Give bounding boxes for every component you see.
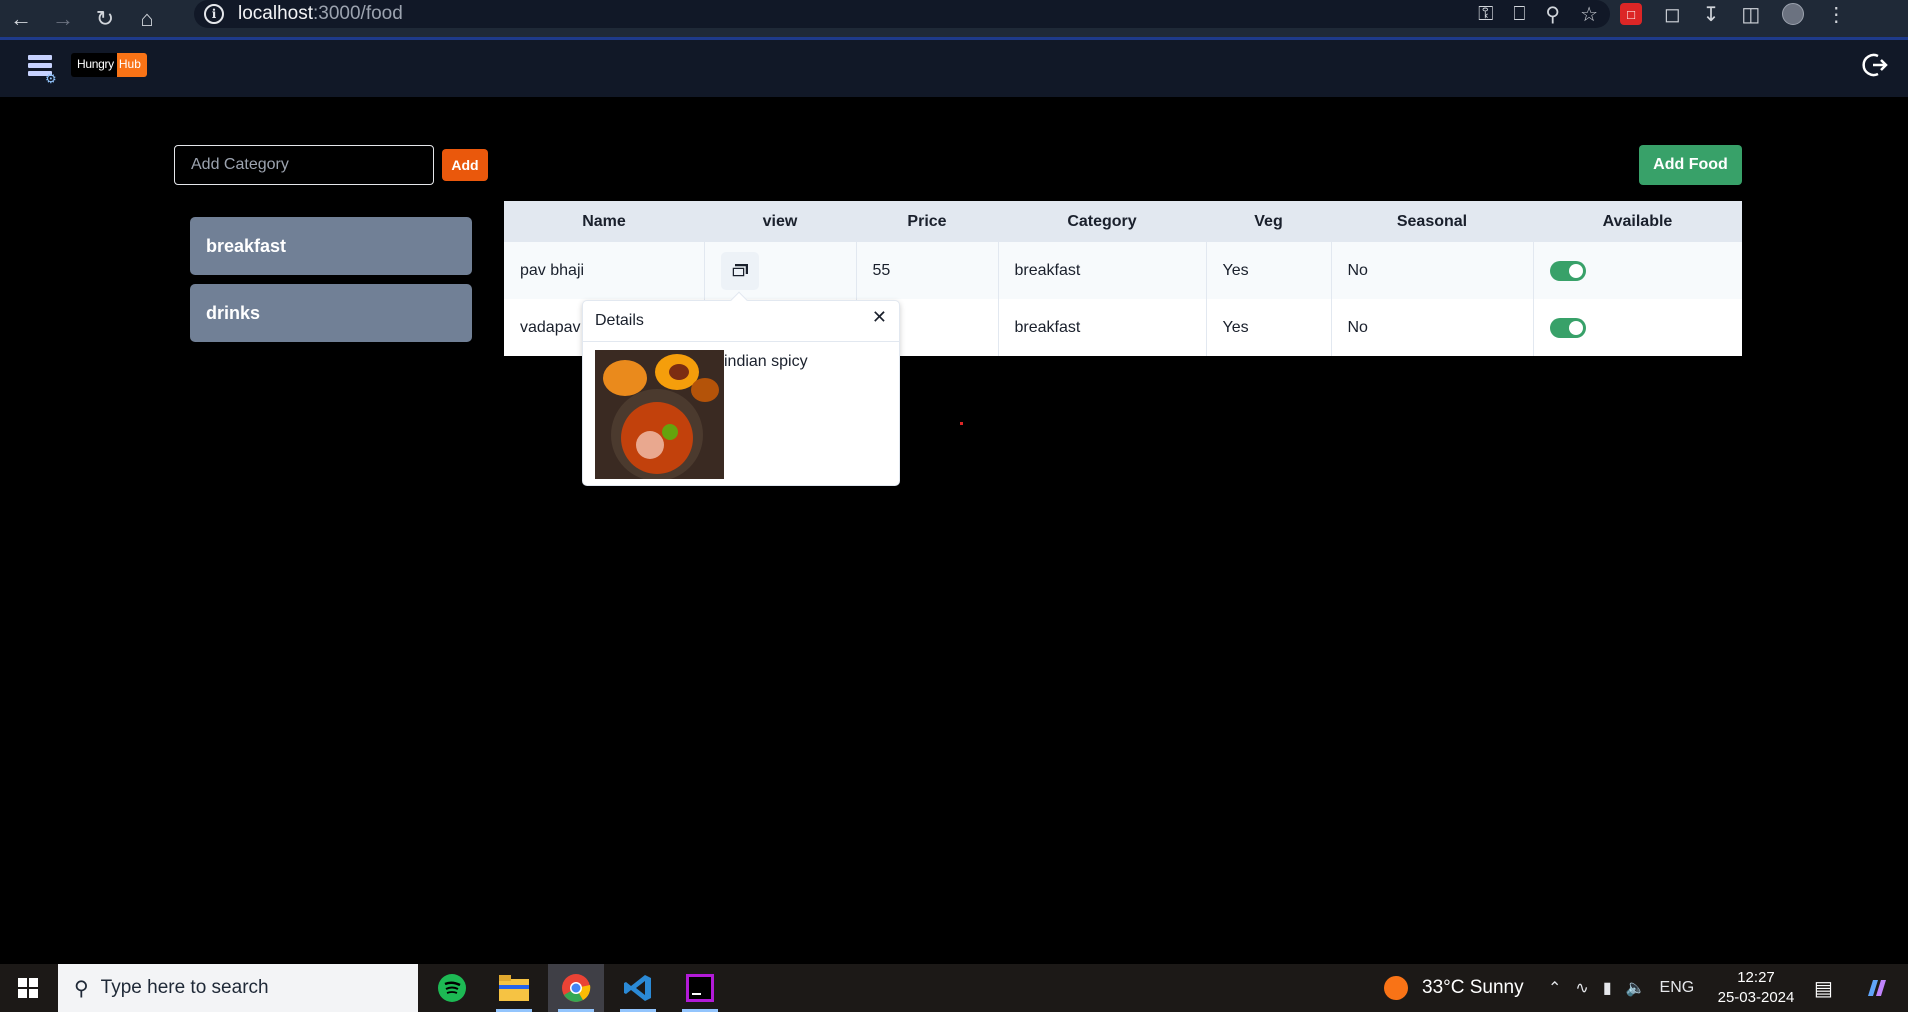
col-header-seasonal: Seasonal (1331, 201, 1533, 242)
extensions-puzzle-icon[interactable]: ◻ (1664, 2, 1681, 27)
forward-icon[interactable]: → (42, 0, 84, 37)
category-item-drinks[interactable]: drinks (190, 284, 472, 342)
notification-icon[interactable]: ▤ (1814, 976, 1833, 1001)
add-food-button[interactable]: Add Food (1639, 145, 1742, 185)
weather-widget[interactable]: 33°C Sunny (1384, 964, 1524, 1012)
key-icon[interactable]: ⚿ (1478, 3, 1493, 26)
battery-icon[interactable]: ▮ (1603, 978, 1612, 998)
logo[interactable]: Hungry Hub (71, 53, 147, 77)
popover-title: Details (583, 301, 899, 342)
install-icon[interactable]: ⎕ (1513, 3, 1525, 26)
col-header-category: Category (998, 201, 1206, 242)
cell-veg: Yes (1205, 299, 1331, 356)
add-category-button[interactable]: Add (442, 149, 488, 181)
site-info-icon[interactable]: i (204, 4, 224, 24)
view-details-button[interactable] (720, 251, 759, 290)
extension-icon[interactable]: □ (1620, 3, 1642, 25)
cell-veg: Yes (1205, 242, 1331, 299)
bookmark-star-icon[interactable]: ☆ (1580, 2, 1598, 27)
file-explorer-icon[interactable] (486, 964, 542, 1012)
download-icon[interactable]: ↧ (1703, 2, 1720, 27)
browser-menu-icon[interactable]: ⋮ (1826, 2, 1846, 27)
chevron-up-icon[interactable]: ⌃ (1548, 978, 1561, 998)
wifi-icon[interactable]: ∿ (1575, 978, 1588, 998)
logout-icon[interactable] (1862, 52, 1888, 78)
cursor-dot (960, 422, 963, 425)
reload-icon[interactable]: ↻ (84, 0, 126, 37)
volume-icon[interactable]: 🔈 (1626, 978, 1646, 998)
close-icon[interactable]: ✕ (872, 307, 887, 328)
zoom-icon[interactable]: ⚲ (1545, 2, 1560, 27)
clock-time: 12:27 (1737, 969, 1775, 986)
url-path: :3000/food (313, 3, 403, 24)
logo-text-hungry: Hungry (71, 53, 117, 77)
chrome-icon[interactable] (548, 964, 604, 1012)
weather-text: 33°C Sunny (1422, 977, 1524, 998)
cell-category: breakfast (997, 242, 1206, 299)
vscode-icon[interactable] (610, 964, 666, 1012)
spotify-icon[interactable] (424, 964, 480, 1012)
copilot-icon[interactable] (1864, 976, 1890, 1000)
clock-date: 25-03-2024 (1717, 989, 1795, 1006)
system-clock[interactable]: 12:27 25-03-2024 (1716, 968, 1796, 1008)
cell-price: 55 (855, 242, 998, 299)
category-item-breakfast[interactable]: breakfast (190, 217, 472, 275)
browser-toolbar: ← → ↻ ⌂ i localhost:3000/food ⚿ ⎕ ⚲ ☆ □ … (0, 0, 1908, 37)
menu-icon[interactable]: ⚙ (28, 55, 60, 86)
intellij-icon[interactable] (672, 964, 728, 1012)
search-icon: ⚲ (74, 977, 89, 1000)
cell-seasonal: No (1330, 242, 1533, 299)
windows-start-icon[interactable] (0, 964, 56, 1012)
home-icon[interactable]: ⌂ (126, 0, 168, 37)
gallery-icon (731, 263, 748, 278)
taskbar-search[interactable]: ⚲ Type here to search (58, 964, 418, 1012)
cell-seasonal: No (1330, 299, 1533, 356)
back-icon[interactable]: ← (0, 0, 42, 37)
cell-available (1532, 299, 1742, 356)
address-bar[interactable]: i localhost:3000/food ⚿ ⎕ ⚲ ☆ (194, 0, 1610, 28)
table-row: pav bhaji 55 breakfast Yes No (504, 242, 1742, 299)
food-image (595, 350, 724, 479)
language-indicator[interactable]: ENG (1660, 979, 1695, 997)
app-header: ⚙ Hungry Hub (0, 40, 1908, 97)
cell-available (1532, 242, 1742, 299)
available-toggle[interactable] (1549, 317, 1586, 338)
taskbar: ⚲ Type here to search 33°C Sunny ⌃ ∿ ▮ 🔈… (0, 964, 1908, 1012)
col-header-veg: Veg (1206, 201, 1331, 242)
profile-avatar[interactable] (1782, 3, 1805, 25)
cell-name: pav bhaji (504, 242, 704, 299)
sidebar-icon[interactable]: ◫ (1741, 2, 1760, 27)
taskbar-search-text: Type here to search (100, 977, 269, 998)
cell-category: breakfast (997, 299, 1206, 356)
table-header-row: Name view Price Category Veg Seasonal Av… (504, 201, 1742, 242)
details-popover: Details ✕ indian spicy (582, 291, 900, 486)
col-header-view: view (704, 201, 856, 242)
food-description: indian spicy (724, 353, 808, 370)
available-toggle[interactable] (1549, 260, 1586, 281)
col-header-name: Name (504, 201, 704, 242)
cell-view (703, 242, 856, 299)
gear-icon: ⚙ (45, 71, 57, 86)
logo-text-hub: Hub (116, 53, 147, 77)
col-header-price: Price (856, 201, 998, 242)
add-category-input[interactable] (174, 145, 434, 185)
weather-sun-icon (1384, 976, 1408, 1000)
url-host: localhost (238, 3, 313, 24)
col-header-available: Available (1533, 201, 1742, 242)
